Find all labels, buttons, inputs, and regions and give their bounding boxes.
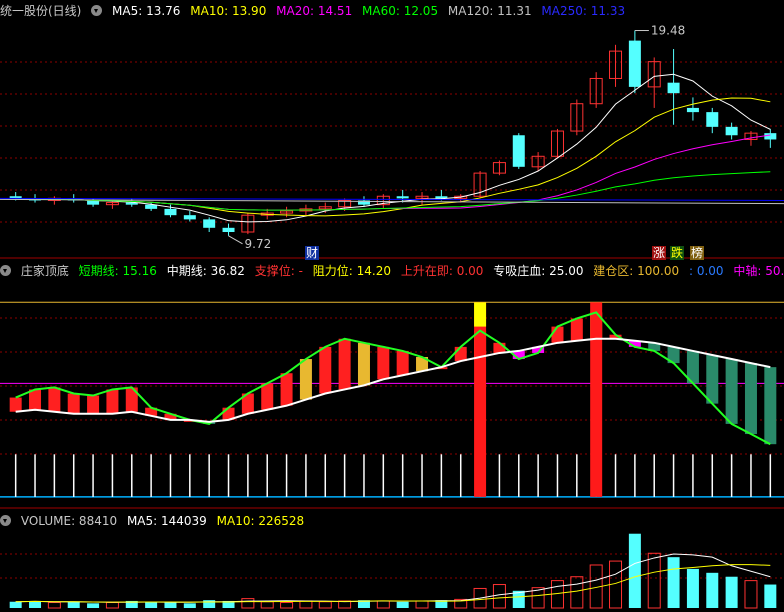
volume-bar-down — [67, 601, 80, 608]
indicator-bar — [744, 363, 757, 435]
volume-bar-down — [628, 533, 641, 608]
volume-bar-down — [396, 601, 409, 608]
volume-bar-down — [667, 557, 680, 608]
candle-body-down — [222, 227, 235, 233]
indicator-bar — [706, 354, 719, 404]
grid-lines — [0, 61, 784, 579]
low-marker — [228, 235, 243, 245]
flag-list[interactable]: 榜 — [690, 246, 705, 260]
breakout-cap — [474, 302, 487, 327]
volume-ma5-line — [15, 553, 771, 603]
volume-bar-down — [164, 602, 177, 608]
indicator-bar — [106, 389, 119, 414]
flag-finance[interactable]: 财 — [305, 246, 320, 260]
volume-bar-up — [105, 602, 119, 609]
volume-bar-down — [29, 600, 42, 608]
candle-body-down — [725, 126, 738, 136]
volume-bar-down — [725, 576, 738, 608]
indicator-bar — [725, 359, 738, 424]
volume-bar-up — [47, 602, 61, 609]
candle-body-down — [667, 82, 680, 94]
volume-bar-down — [145, 601, 158, 608]
volume-bar-up — [241, 598, 255, 609]
indicator-bar — [280, 373, 293, 406]
candle-body-down — [396, 196, 409, 199]
indicator-bar — [319, 346, 332, 394]
ma10-line — [15, 97, 771, 217]
flag-up[interactable]: 涨 — [652, 246, 667, 260]
volume-bar-up — [260, 601, 274, 609]
candle-body-down — [203, 219, 216, 228]
volume-bar-up — [299, 600, 313, 609]
candle-body-down — [183, 215, 196, 220]
indicator-bar — [764, 367, 777, 445]
indicator-bar — [48, 387, 61, 412]
indicator-bar — [299, 359, 312, 400]
volume-bar-up — [280, 602, 294, 609]
indicator-bar — [357, 342, 370, 386]
volume-bar-down — [9, 601, 22, 608]
low-price-label: 9.72 — [245, 237, 272, 251]
candle-body-down — [628, 40, 641, 87]
indicator-bar — [377, 346, 390, 380]
indicator-bar — [87, 395, 100, 414]
indicator-bar — [551, 326, 564, 343]
breakout-bar — [590, 302, 603, 497]
volume-bar-up — [415, 600, 429, 609]
indicator-bar — [338, 338, 351, 390]
candle-body-down — [706, 112, 719, 127]
candle-body-down — [686, 107, 699, 113]
indicator-bar — [261, 383, 274, 410]
stock-chart-canvas[interactable]: 19.48 9.72 — [0, 0, 784, 612]
indicator-bar — [570, 318, 583, 341]
volume-series — [9, 533, 777, 609]
volume-bar-up — [744, 580, 758, 609]
volume-bar-down — [706, 572, 719, 608]
volume-bar-down — [686, 568, 699, 608]
volume-bar-up — [647, 552, 661, 609]
candle-body-down — [512, 135, 525, 167]
indicator-bar — [454, 346, 467, 362]
volume-bar-down — [764, 584, 777, 608]
volume-bar-up — [376, 600, 390, 609]
volume-bar-up — [492, 584, 506, 609]
indicator-bar — [396, 350, 409, 376]
high-price-label: 19.48 — [651, 24, 685, 38]
volume-bar-up — [570, 576, 584, 609]
candle-body-down — [164, 208, 177, 216]
volume-bar-down — [183, 603, 196, 608]
indicator-bar — [29, 389, 42, 410]
indicator-bar — [9, 397, 22, 412]
indicator-series — [0, 301, 784, 498]
flag-down[interactable]: 跌 — [670, 246, 685, 260]
volume-ma10-line — [15, 564, 771, 603]
candle-body-down — [764, 133, 777, 140]
indicator-bar — [67, 393, 80, 414]
indicator-bar — [493, 342, 506, 353]
volume-bar-down — [87, 603, 100, 608]
volume-bar-up — [318, 601, 332, 609]
candlestick-series — [0, 30, 784, 245]
